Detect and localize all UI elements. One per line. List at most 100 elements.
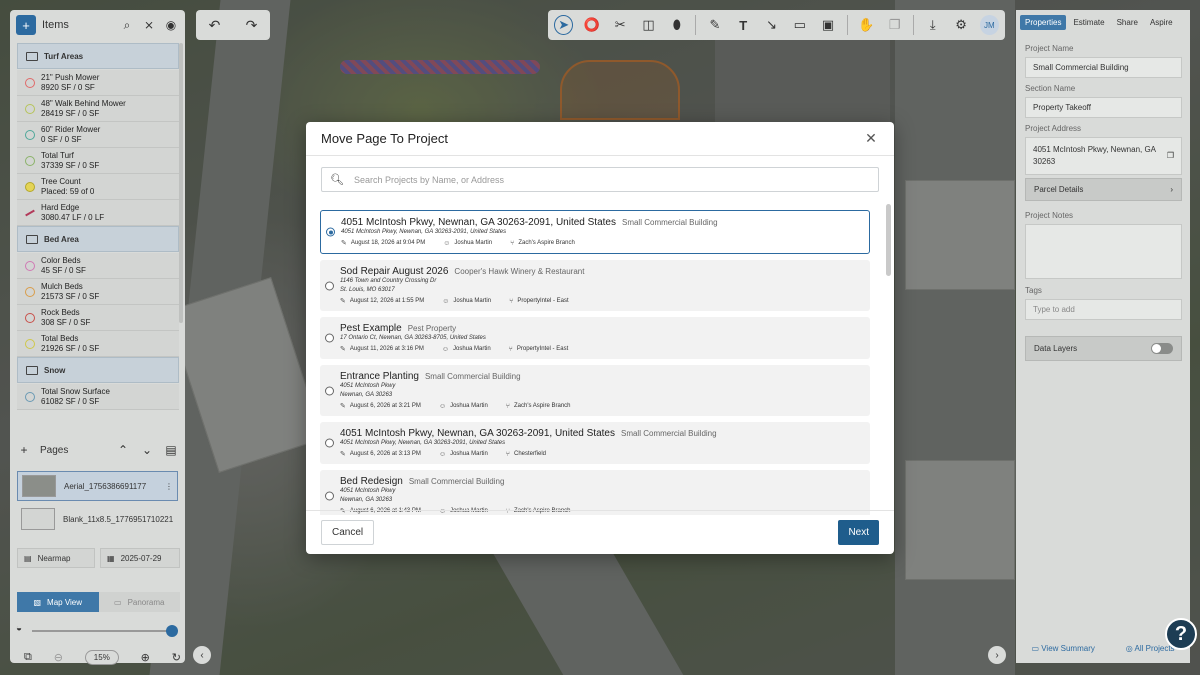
radio-button[interactable] — [326, 227, 335, 237]
select-pointer-icon[interactable]: ➤ — [554, 15, 574, 35]
list-item[interactable]: Rock Beds 308 SF / 0 SF — [17, 305, 179, 331]
imagery-date-select[interactable]: ▦ 2025-07-29 — [100, 548, 180, 568]
download-icon[interactable]: ⤓ — [923, 15, 942, 35]
arrow-icon[interactable]: ↘ — [762, 15, 781, 35]
group-header-bed-area[interactable]: Bed Area — [17, 226, 179, 252]
imagery-source-label: Nearmap — [37, 553, 71, 563]
ruler-icon[interactable]: ▭ — [790, 15, 809, 35]
merge-icon[interactable]: ⬮ — [667, 15, 686, 35]
list-item[interactable]: Mulch Beds 21573 SF / 0 SF — [17, 279, 179, 305]
zoom-in-icon[interactable]: ⊕ — [141, 651, 150, 664]
split-icon[interactable]: ◫ — [639, 15, 658, 35]
group-header-turf-areas[interactable]: Turf Areas — [17, 43, 179, 69]
map-icon: ▧ — [33, 597, 42, 607]
text-icon[interactable]: T — [734, 15, 753, 35]
panorama-button[interactable]: ▭ Panorama — [98, 592, 180, 612]
page-item[interactable]: Blank_11x8.5_1776951710221 — [17, 504, 178, 534]
project-option[interactable]: 4051 McIntosh Pkwy, Newnan, GA 30263-209… — [320, 210, 870, 254]
rotate-icon[interactable]: ↻ — [172, 651, 181, 664]
tab-properties[interactable]: Properties — [1020, 14, 1067, 30]
list-item[interactable]: Total Turf 37339 SF / 0 SF — [17, 148, 179, 174]
map-view-button[interactable]: ▧ Map View — [17, 592, 99, 612]
undo-icon[interactable]: ↶ — [209, 17, 221, 34]
list-item[interactable]: Total Snow Surface 61082 SF / 0 SF — [17, 384, 179, 410]
all-projects-link[interactable]: ◎ All Projects — [1126, 644, 1175, 653]
radio-button[interactable] — [325, 438, 334, 448]
more-options-icon[interactable]: ⋮ — [165, 482, 173, 491]
cancel-button[interactable]: Cancel — [321, 520, 375, 545]
zoom-out-icon[interactable]: ⊖ — [54, 651, 63, 664]
items-scrollbar[interactable] — [179, 43, 183, 323]
project-name-field[interactable]: Small Commercial Building — [1025, 57, 1182, 78]
layers-icon: ▤ — [24, 553, 32, 563]
list-item[interactable]: Tree Count Placed: 59 of 0 — [17, 174, 179, 200]
tags-input[interactable]: Type to add — [1025, 299, 1182, 320]
list-item[interactable]: 60" Rider Mower 0 SF / 0 SF — [17, 122, 179, 148]
close-icon[interactable]: ✕ — [863, 130, 879, 147]
project-option[interactable]: Sod Repair August 2026 Cooper's Hawk Wine… — [320, 260, 870, 311]
list-item[interactable]: Color Beds 45 SF / 0 SF — [17, 253, 179, 279]
opacity-slider[interactable] — [32, 625, 178, 637]
project-name: Entrance Planting — [340, 371, 419, 382]
next-button[interactable]: Next — [838, 520, 879, 545]
chevron-up-icon[interactable]: ⌃ — [115, 442, 131, 458]
project-option[interactable]: Pest Example Pest Property 17 Ontario Ct,… — [320, 317, 870, 359]
page-item[interactable]: Aerial_1756386691177 ⋮ — [17, 471, 178, 501]
project-search[interactable]: 🔍︎ — [321, 167, 879, 192]
project-option[interactable]: 4051 McIntosh Pkwy, Newnan, GA 30263-209… — [320, 422, 870, 464]
view-summary-link[interactable]: ▭ View Summary — [1031, 644, 1094, 653]
item-color-icon — [25, 129, 35, 140]
scrollbar-thumb[interactable] — [886, 204, 891, 276]
project-option[interactable]: Bed Redesign Small Commercial Building 40… — [320, 470, 870, 515]
copy-icon[interactable]: ❐ — [885, 15, 904, 35]
gear-icon[interactable]: ⚙ — [951, 15, 970, 35]
group-header-snow[interactable]: Snow — [17, 357, 179, 383]
list-item[interactable]: 21" Push Mower 8920 SF / 0 SF — [17, 70, 179, 96]
search-input[interactable] — [353, 174, 870, 185]
add-page-icon[interactable]: + — [16, 442, 32, 458]
list-item[interactable]: 48" Walk Behind Mower 28419 SF / 0 SF — [17, 96, 179, 122]
tab-share[interactable]: Share — [1112, 15, 1143, 30]
image-icon[interactable]: ▣ — [818, 15, 837, 35]
tab-aspire[interactable]: Aspire — [1145, 15, 1178, 30]
user-icon: ☺ — [443, 239, 451, 247]
list-item[interactable]: Hard Edge 3080.47 LF / 0 LF — [17, 200, 179, 226]
item-color-icon — [25, 181, 35, 192]
lasso-icon[interactable]: ⭕ — [582, 15, 601, 35]
parcel-details-row[interactable]: Parcel Details › — [1025, 178, 1182, 201]
add-item-button[interactable]: + — [16, 15, 36, 35]
zoom-level[interactable]: 15% — [84, 649, 119, 665]
project-notes-field[interactable] — [1025, 224, 1182, 279]
project-option[interactable]: Entrance Planting Small Commercial Buildi… — [320, 365, 870, 416]
chevron-right-icon[interactable]: › — [988, 646, 1006, 664]
help-button[interactable]: ? — [1165, 618, 1197, 650]
hand-icon[interactable]: ✋ — [857, 15, 876, 35]
redo-icon[interactable]: ↷ — [246, 17, 258, 34]
scissors-icon[interactable]: ✂ — [611, 15, 630, 35]
chevron-left-icon[interactable]: ‹ — [193, 646, 211, 664]
all-projects-label: All Projects — [1134, 644, 1175, 653]
radio-button[interactable] — [325, 333, 334, 343]
radio-button[interactable] — [325, 281, 334, 290]
copy-icon[interactable]: ❐ — [1167, 150, 1174, 162]
tab-estimate[interactable]: Estimate — [1068, 15, 1109, 30]
search-icon[interactable]: ⌕ — [119, 17, 135, 33]
list-item[interactable]: Total Beds 21926 SF / 0 SF — [17, 331, 179, 357]
project-address-field[interactable]: 4051 McIntosh Pkwy, Newnan, GA 30263 ❐ — [1025, 137, 1182, 175]
project-list-scrollbar[interactable] — [886, 204, 891, 514]
fit-screen-icon[interactable]: ⧉ — [24, 651, 32, 664]
avatar[interactable]: JM — [979, 15, 999, 35]
pen-icon[interactable]: ✎ — [705, 15, 724, 35]
data-layers-toggle[interactable] — [1151, 343, 1173, 354]
page-name: Aerial_1756386691177 — [64, 481, 147, 491]
page-layout-icon[interactable]: ▤ — [163, 442, 179, 458]
section-name-field[interactable]: Property Takeoff — [1025, 97, 1182, 118]
slider-knob[interactable] — [166, 625, 178, 637]
collapse-icon[interactable]: ⨯ — [141, 17, 157, 33]
radio-button[interactable] — [325, 386, 334, 395]
eye-icon[interactable]: ◉ — [163, 17, 179, 33]
radio-button[interactable] — [325, 491, 334, 500]
item-name: 60" Rider Mower — [41, 124, 101, 134]
imagery-source-select[interactable]: ▤ Nearmap — [17, 548, 95, 568]
chevron-down-icon[interactable]: ⌄ — [139, 442, 155, 458]
